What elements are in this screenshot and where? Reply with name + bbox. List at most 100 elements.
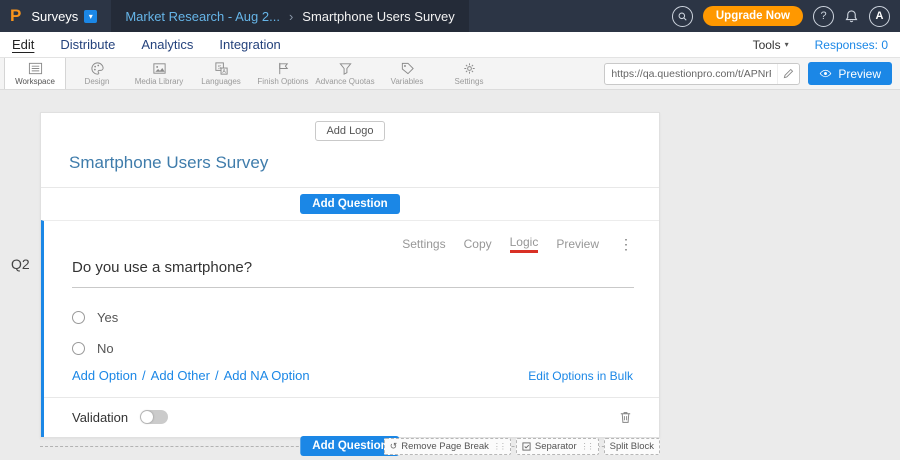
validation-toggle[interactable] (140, 410, 168, 424)
languages-icon: SA (214, 61, 229, 76)
validation-row: Validation (72, 398, 633, 437)
tab-integration[interactable]: Integration (219, 37, 280, 52)
slash-separator: / (215, 368, 219, 383)
option-label[interactable]: Yes (97, 310, 118, 325)
questionpro-logo[interactable]: P (10, 6, 21, 26)
breadcrumb-separator-icon: › (289, 9, 293, 24)
notifications-bell-icon[interactable] (844, 9, 859, 24)
upgrade-button[interactable]: Upgrade Now (703, 6, 803, 26)
design-palette-icon (90, 61, 105, 76)
question-action-logic[interactable]: Logic (510, 235, 539, 253)
svg-text:A: A (222, 69, 226, 75)
edit-options-bulk-link[interactable]: Edit Options in Bulk (528, 369, 633, 383)
chevron-down-icon: ▾ (785, 40, 789, 49)
add-other-link[interactable]: Add Other (151, 368, 210, 383)
funnel-icon (338, 61, 353, 76)
toolbar-item-label: Finish Options (257, 77, 308, 86)
toolbar-item-media-library[interactable]: Media Library (128, 58, 190, 89)
drag-handle-icon: ⋮⋮ (493, 442, 505, 451)
tab-analytics[interactable]: Analytics (141, 37, 193, 52)
survey-title[interactable]: Smartphone Users Survey (41, 147, 659, 187)
question-text[interactable]: Do you use a smartphone? (72, 259, 634, 288)
preview-button[interactable]: Preview (808, 62, 892, 85)
question-number: Q2 (11, 256, 30, 272)
tools-menu-label: Tools (753, 38, 781, 52)
toolbar-item-label: Languages (201, 77, 241, 86)
main-nav: Edit Distribute Analytics Integration To… (0, 32, 900, 58)
add-logo-button[interactable]: Add Logo (315, 121, 384, 141)
toggle-knob (141, 411, 153, 423)
toolbar-item-workspace[interactable]: Workspace (4, 58, 66, 89)
toolbar-item-finish-options[interactable]: Finish Options (252, 58, 314, 89)
separator-checkbox-icon (522, 442, 531, 451)
add-question-button-top[interactable]: Add Question (300, 194, 399, 214)
remove-page-break-icon: ↺ (390, 441, 398, 452)
toolbar-item-label: Settings (455, 77, 484, 86)
validation-label: Validation (72, 410, 128, 425)
survey-toolbar: Workspace Design Media Library SA Langua… (0, 58, 900, 90)
editor-canvas: Q2 Add Logo Smartphone Users Survey Add … (0, 90, 900, 460)
tag-icon (400, 61, 415, 76)
breadcrumb: Market Research - Aug 2... › Smartphone … (111, 0, 468, 32)
add-option-link[interactable]: Add Option (72, 368, 137, 383)
chevron-down-icon: ▾ (84, 10, 97, 23)
kebab-menu-icon[interactable]: ⋮ (619, 236, 633, 253)
separator-button[interactable]: Separator ⋮⋮ (516, 438, 599, 455)
toolbar-item-languages[interactable]: SA Languages (190, 58, 252, 89)
tools-menu[interactable]: Tools ▾ (753, 38, 789, 52)
add-na-option-link[interactable]: Add NA Option (224, 368, 310, 383)
image-icon (152, 61, 167, 76)
eye-icon (819, 67, 832, 80)
separator-label: Separator (535, 441, 577, 452)
question-action-copy[interactable]: Copy (464, 237, 492, 251)
preview-button-label: Preview (838, 67, 881, 81)
radio-icon[interactable] (72, 342, 85, 355)
page-footer: Add Question ↺ Remove Page Break ⋮⋮ Sepa… (40, 438, 660, 458)
top-header: P Surveys ▾ Market Research - Aug 2... ›… (0, 0, 900, 32)
drag-handle-icon: ⋮⋮ (581, 442, 593, 451)
responses-count[interactable]: Responses: 0 (815, 38, 888, 52)
split-block-label: Split Block (610, 441, 654, 452)
avatar[interactable]: A (869, 6, 890, 27)
toolbar-item-label: Design (85, 77, 110, 86)
toolbar-item-variables[interactable]: Variables (376, 58, 438, 89)
survey-url-field (604, 63, 800, 85)
gear-icon (462, 61, 477, 76)
toolbar-item-settings[interactable]: Settings (438, 58, 500, 89)
remove-page-break-label: Remove Page Break (401, 441, 489, 452)
question-actions: Settings Copy Logic Preview ⋮ (44, 221, 659, 253)
search-button[interactable] (672, 6, 693, 27)
toolbar-item-design[interactable]: Design (66, 58, 128, 89)
breadcrumb-parent[interactable]: Market Research - Aug 2... (125, 9, 280, 24)
toolbar-item-label: Variables (391, 77, 424, 86)
delete-question-trash-icon[interactable] (618, 409, 633, 425)
toolbar-item-label: Advance Quotas (315, 77, 374, 86)
slash-separator: / (142, 368, 146, 383)
breadcrumb-current: Smartphone Users Survey (302, 9, 454, 24)
option-row-yes[interactable]: Yes (72, 302, 631, 333)
option-row-no[interactable]: No (72, 333, 631, 364)
question-action-preview[interactable]: Preview (556, 237, 599, 251)
logo-row: Add Logo (41, 113, 659, 147)
toolbar-item-label: Workspace (15, 77, 55, 86)
survey-url-input[interactable] (605, 68, 777, 80)
search-icon (677, 11, 688, 22)
option-label[interactable]: No (97, 341, 114, 356)
remove-page-break-button[interactable]: ↺ Remove Page Break ⋮⋮ (384, 438, 511, 455)
tab-edit[interactable]: Edit (12, 37, 34, 52)
split-block-button[interactable]: Split Block (604, 438, 660, 455)
surveys-menu[interactable]: Surveys ▾ (31, 9, 97, 24)
add-question-row: Add Question (41, 188, 659, 220)
page-footer-buttons: ↺ Remove Page Break ⋮⋮ Separator ⋮⋮ Spli… (384, 438, 660, 455)
edit-url-pencil-icon[interactable] (777, 64, 799, 84)
toolbar-spacer (500, 58, 604, 89)
radio-icon[interactable] (72, 311, 85, 324)
question-block: Settings Copy Logic Preview ⋮ Do you use… (41, 220, 659, 437)
finish-flag-icon (276, 61, 291, 76)
toolbar-item-advance-quotas[interactable]: Advance Quotas (314, 58, 376, 89)
question-action-settings[interactable]: Settings (402, 237, 445, 251)
survey-card: Add Logo Smartphone Users Survey Add Que… (40, 112, 660, 438)
help-button[interactable]: ? (813, 6, 834, 27)
tab-distribute[interactable]: Distribute (60, 37, 115, 52)
workspace-icon (28, 61, 43, 76)
